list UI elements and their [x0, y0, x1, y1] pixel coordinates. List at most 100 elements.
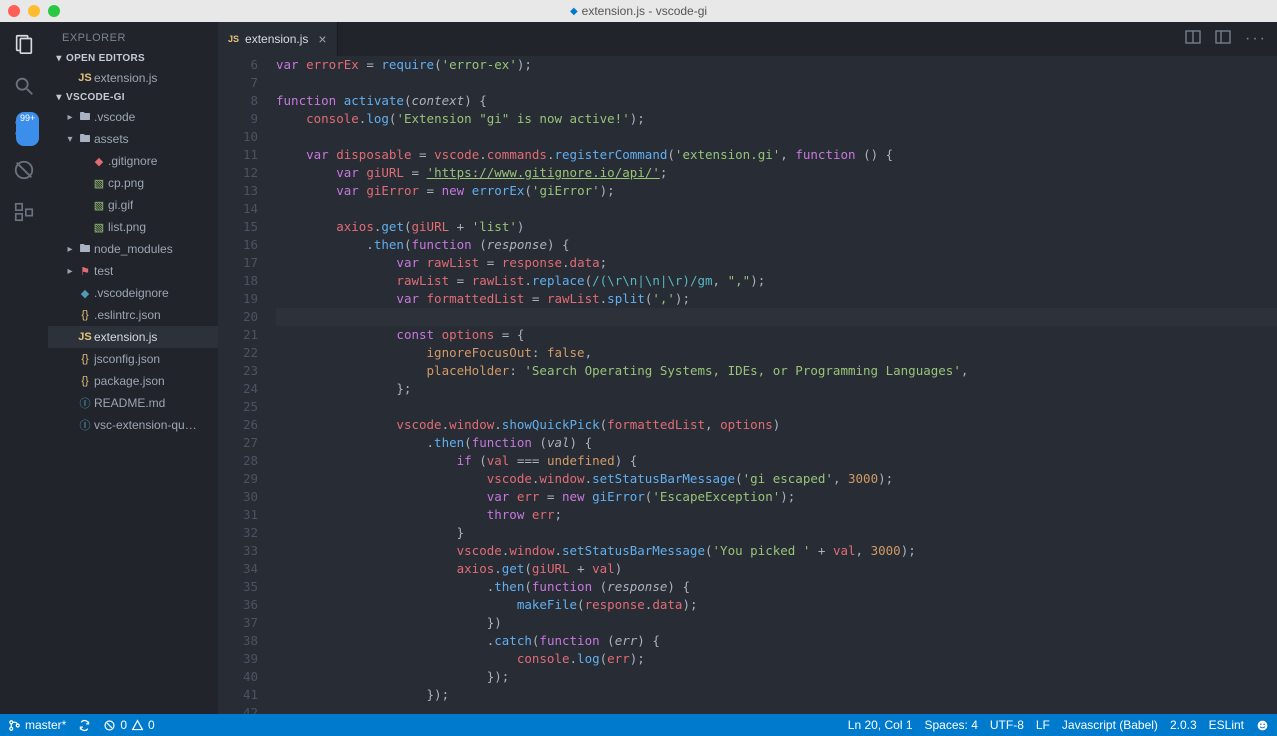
- json-icon: {}: [76, 375, 94, 387]
- code-line[interactable]: [276, 308, 1277, 326]
- split-editor-icon[interactable]: [1185, 29, 1201, 50]
- code-line[interactable]: makeFile(response.data);: [276, 596, 1277, 614]
- debug-icon[interactable]: [12, 158, 36, 182]
- line-number: 16: [218, 236, 258, 254]
- code-line[interactable]: axios.get(giURL + 'list'): [276, 218, 1277, 236]
- tree-item--gitignore[interactable]: ◆.gitignore: [48, 150, 218, 172]
- problems-item[interactable]: 0 0: [103, 718, 154, 732]
- code-line[interactable]: var formattedList = rawList.split(',');: [276, 290, 1277, 308]
- tree-item-readme-md[interactable]: ⒾREADME.md: [48, 392, 218, 414]
- tree-item-cp-png[interactable]: ▧cp.png: [48, 172, 218, 194]
- code-line[interactable]: if (val === undefined) {: [276, 452, 1277, 470]
- tree-item-list-png[interactable]: ▧list.png: [48, 216, 218, 238]
- tree-item-jsconfig-json[interactable]: {}jsconfig.json: [48, 348, 218, 370]
- tab-extension-js[interactable]: JS extension.js ×: [218, 22, 338, 56]
- window-close-button[interactable]: [8, 5, 20, 17]
- language-mode[interactable]: Javascript (Babel): [1062, 718, 1158, 732]
- code-line[interactable]: vscode.window.setStatusBarMessage('gi es…: [276, 470, 1277, 488]
- code-line[interactable]: });: [276, 668, 1277, 686]
- code-line[interactable]: }): [276, 614, 1277, 632]
- tree-item-label: extension.js: [94, 330, 157, 344]
- tree-item-test[interactable]: ▸⚑test: [48, 260, 218, 282]
- code-line[interactable]: [276, 398, 1277, 416]
- version[interactable]: 2.0.3: [1170, 718, 1197, 732]
- code-line[interactable]: console.log('Extension "gi" is now activ…: [276, 110, 1277, 128]
- code-line[interactable]: var giURL = 'https://www.gitignore.io/ap…: [276, 164, 1277, 182]
- code-line[interactable]: });: [276, 686, 1277, 704]
- img-icon: ▧: [90, 221, 108, 234]
- code-editor[interactable]: 6789101112131415161718192021222324252627…: [218, 56, 1277, 714]
- tree-item-package-json[interactable]: {}package.json: [48, 370, 218, 392]
- branch-item[interactable]: master*: [8, 718, 66, 732]
- code-line[interactable]: };: [276, 380, 1277, 398]
- line-number: 18: [218, 272, 258, 290]
- code-line[interactable]: [276, 200, 1277, 218]
- line-number: 9: [218, 110, 258, 128]
- code-line[interactable]: vscode.window.showQuickPick(formattedLis…: [276, 416, 1277, 434]
- line-number: 22: [218, 344, 258, 362]
- more-icon[interactable]: ···: [1245, 30, 1267, 48]
- project-header[interactable]: ▾ VSCODE-GI: [48, 89, 218, 106]
- tree-item-node-modules[interactable]: ▸🖿node_modules: [48, 238, 218, 260]
- tree-item-vsc-extension-qu-[interactable]: Ⓘvsc-extension-qu…: [48, 414, 218, 436]
- sync-item[interactable]: [78, 719, 91, 732]
- line-number: 19: [218, 290, 258, 308]
- code-line[interactable]: axios.get(giURL + val): [276, 560, 1277, 578]
- encoding[interactable]: UTF-8: [990, 718, 1024, 732]
- tree-item-extension-js[interactable]: JSextension.js: [48, 326, 218, 348]
- img-icon: ▧: [90, 177, 108, 190]
- line-number: 27: [218, 434, 258, 452]
- code-line[interactable]: function activate(context) {: [276, 92, 1277, 110]
- tree-item--vscode[interactable]: ▸🖿.vscode: [48, 106, 218, 128]
- source-control-icon[interactable]: 99+: [12, 116, 36, 140]
- search-icon[interactable]: [12, 74, 36, 98]
- tab-label: extension.js: [245, 32, 308, 46]
- code-line[interactable]: ignoreFocusOut: false,: [276, 344, 1277, 362]
- code-line[interactable]: [276, 128, 1277, 146]
- code-line[interactable]: console.log(err);: [276, 650, 1277, 668]
- cursor-position[interactable]: Ln 20, Col 1: [848, 718, 913, 732]
- editor-layout-icon[interactable]: [1215, 29, 1231, 50]
- code-line[interactable]: placeHolder: 'Search Operating Systems, …: [276, 362, 1277, 380]
- code-line[interactable]: const options = {: [276, 326, 1277, 344]
- open-editor-item[interactable]: JS extension.js: [48, 67, 218, 89]
- code-line[interactable]: }: [276, 524, 1277, 542]
- tree-item-assets[interactable]: ▾🖿assets: [48, 128, 218, 150]
- code-line[interactable]: var errorEx = require('error-ex');: [276, 56, 1277, 74]
- eol[interactable]: LF: [1036, 718, 1050, 732]
- code-line[interactable]: .catch(function (err) {: [276, 632, 1277, 650]
- img-icon: ▧: [90, 199, 108, 212]
- code-line[interactable]: .then(function (response) {: [276, 236, 1277, 254]
- code-line[interactable]: .then(function (val) {: [276, 434, 1277, 452]
- line-number: 15: [218, 218, 258, 236]
- code-line[interactable]: var err = new giError('EscapeException')…: [276, 488, 1277, 506]
- line-number: 33: [218, 542, 258, 560]
- code-line[interactable]: var giError = new errorEx('giError');: [276, 182, 1277, 200]
- tree-item--eslintrc-json[interactable]: {}.eslintrc.json: [48, 304, 218, 326]
- js-icon: JS: [76, 331, 94, 343]
- line-number: 39: [218, 650, 258, 668]
- md-icon: Ⓘ: [76, 395, 94, 411]
- code-line[interactable]: var disposable = vscode.commands.registe…: [276, 146, 1277, 164]
- extensions-icon[interactable]: [12, 200, 36, 224]
- project-label: VSCODE-GI: [66, 92, 125, 103]
- line-number: 6: [218, 56, 258, 74]
- tree-item-gi-gif[interactable]: ▧gi.gif: [48, 194, 218, 216]
- explorer-icon[interactable]: [12, 32, 36, 56]
- close-icon[interactable]: ×: [318, 31, 326, 47]
- indentation[interactable]: Spaces: 4: [925, 718, 978, 732]
- code-line[interactable]: rawList = rawList.replace(/(\r\n|\n|\r)/…: [276, 272, 1277, 290]
- code-line[interactable]: vscode.window.setStatusBarMessage('You p…: [276, 542, 1277, 560]
- code-line[interactable]: throw err;: [276, 506, 1277, 524]
- tree-item--vscodeignore[interactable]: ◆.vscodeignore: [48, 282, 218, 304]
- activity-bar: 99+: [0, 22, 48, 714]
- code-line[interactable]: [276, 74, 1277, 92]
- window-minimize-button[interactable]: [28, 5, 40, 17]
- code-line[interactable]: .then(function (response) {: [276, 578, 1277, 596]
- feedback-icon[interactable]: [1256, 719, 1269, 732]
- open-editors-header[interactable]: ▾ OPEN EDITORS: [48, 50, 218, 67]
- window-maximize-button[interactable]: [48, 5, 60, 17]
- eslint[interactable]: ESLint: [1209, 718, 1244, 732]
- code-line[interactable]: [276, 704, 1277, 714]
- code-line[interactable]: var rawList = response.data;: [276, 254, 1277, 272]
